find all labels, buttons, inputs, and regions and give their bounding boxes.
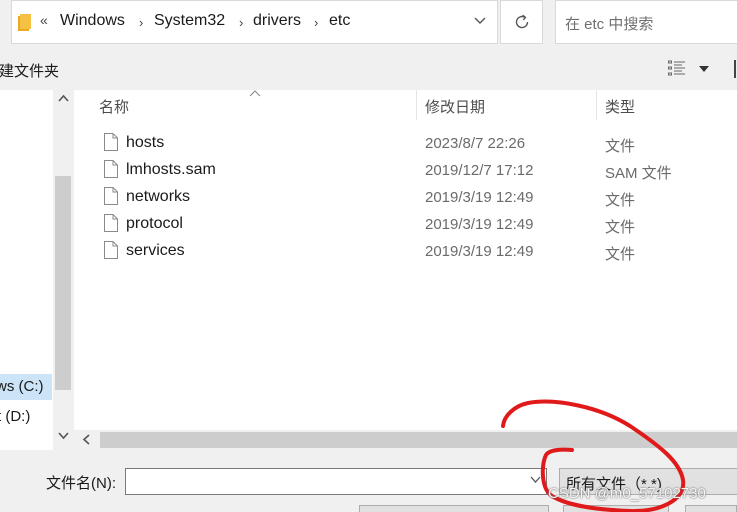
filename-history-chevron-down-icon[interactable] [530,476,541,483]
refresh-icon [515,14,529,29]
file-list: 名称 修改日期 类型 hosts 2023/8/7 22:26 文件 lmhos… [74,90,737,430]
breadcrumb-windows[interactable]: Windows [60,12,125,30]
file-type: 文件 [605,138,636,155]
file-name: networks [126,188,191,205]
column-header-name[interactable]: 名称 [99,96,129,117]
filename-input[interactable] [125,468,547,495]
scroll-down-icon[interactable] [58,432,69,440]
file-row[interactable]: protocol 2019/3/19 12:49 文件 [74,211,737,238]
nav-item-drive-d[interactable]: t (D:) [0,404,52,430]
refresh-button[interactable] [500,0,543,44]
nav-item-label: ws (C:) [0,378,44,395]
scroll-up-icon[interactable] [58,94,69,102]
file-row[interactable]: lmhosts.sam 2019/12/7 17:12 SAM 文件 [74,157,737,184]
file-name: protocol [126,215,183,232]
breadcrumb-system32[interactable]: System32 [154,12,225,30]
search-placeholder: 在 etc 中搜索 [565,16,654,33]
file-row[interactable]: hosts 2023/8/7 22:26 文件 [74,130,737,157]
file-name: services [126,242,185,259]
column-divider[interactable] [416,90,417,120]
file-icon [104,133,118,151]
view-options-caret-icon[interactable] [699,66,709,72]
folder-icon [18,14,31,31]
breadcrumb-etc[interactable]: etc [329,12,350,30]
file-name: lmhosts.sam [126,161,216,178]
file-type: 文件 [605,246,636,263]
watermark: CSDN @m0_57102730 [548,485,706,502]
nav-item-label: t (D:) [0,408,31,425]
breadcrumb-separator-icon[interactable]: › [239,15,243,30]
file-row[interactable]: networks 2019/3/19 12:49 文件 [74,184,737,211]
column-header-type[interactable]: 类型 [605,96,635,117]
file-type: 文件 [605,192,636,209]
address-bar[interactable]: « Windows › System32 › drivers › etc [11,0,498,44]
details-view-icon[interactable] [668,60,686,76]
nav-item-drive-c[interactable]: ws (C:) [0,374,52,400]
file-row[interactable]: services 2019/3/19 12:49 文件 [74,238,737,265]
open-button-partial[interactable] [563,505,669,512]
file-modified: 2023/8/7 22:26 [425,135,526,152]
address-history-chevron-down-icon[interactable] [473,14,487,28]
overflow-chevron[interactable]: « [40,12,48,28]
file-icon [104,214,118,232]
file-modified: 2019/3/19 12:49 [425,216,534,233]
file-icon [104,187,118,205]
file-icon [104,160,118,178]
breadcrumb-drivers[interactable]: drivers [253,12,301,30]
search-input[interactable]: 在 etc 中搜索 [555,0,737,44]
toolbar: 建文件夹 [0,48,737,90]
scrollbar-thumb[interactable] [100,432,737,448]
column-header-modified[interactable]: 修改日期 [425,96,485,117]
dialog-button-partial[interactable] [359,505,549,512]
file-type: SAM 文件 [605,165,672,182]
column-divider[interactable] [596,90,597,120]
nav-vertical-scrollbar[interactable] [53,90,74,450]
file-modified: 2019/3/19 12:49 [425,189,534,206]
breadcrumb-separator-icon[interactable]: › [314,15,318,30]
cancel-button-partial[interactable] [685,505,737,512]
file-name: hosts [126,134,165,151]
file-modified: 2019/3/19 12:49 [425,243,534,260]
filename-label: 文件名(N): [46,475,116,492]
scroll-left-icon[interactable] [82,434,90,445]
file-type: 文件 [605,219,636,236]
file-modified: 2019/12/7 17:12 [425,162,534,179]
breadcrumb-separator-icon[interactable]: › [139,15,143,30]
sort-ascending-icon [249,90,261,97]
scrollbar-thumb[interactable] [55,176,71,390]
file-list-horizontal-scrollbar[interactable] [74,430,737,450]
new-folder-button[interactable]: 建文件夹 [0,60,59,81]
file-icon [104,241,118,259]
